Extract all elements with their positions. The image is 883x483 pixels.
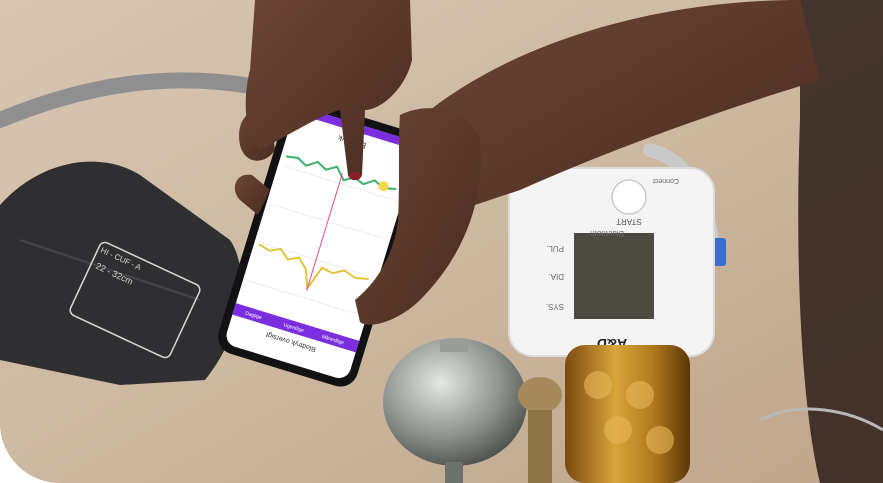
dia-label: DIA. [548,272,564,281]
photo-frame: 22 - 32cm HI - CUF - A START Connect Blu… [0,0,883,483]
start-label: START [616,217,642,226]
blood-pressure-monitor: START Connect Bluetooth SYS. DIA. PUL. A… [508,167,715,357]
bluetooth-label: Bluetooth [590,229,624,238]
amber-bottle [565,345,690,483]
fingernail [349,172,361,180]
start-button[interactable] [611,179,647,215]
sys-label: SYS. [546,302,564,311]
photo-scene: 22 - 32cm HI - CUF - A START Connect Blu… [0,0,883,483]
brand-mark: Connect [653,177,679,184]
monitor-display [574,233,654,319]
pul-label: PUL. [546,244,564,253]
